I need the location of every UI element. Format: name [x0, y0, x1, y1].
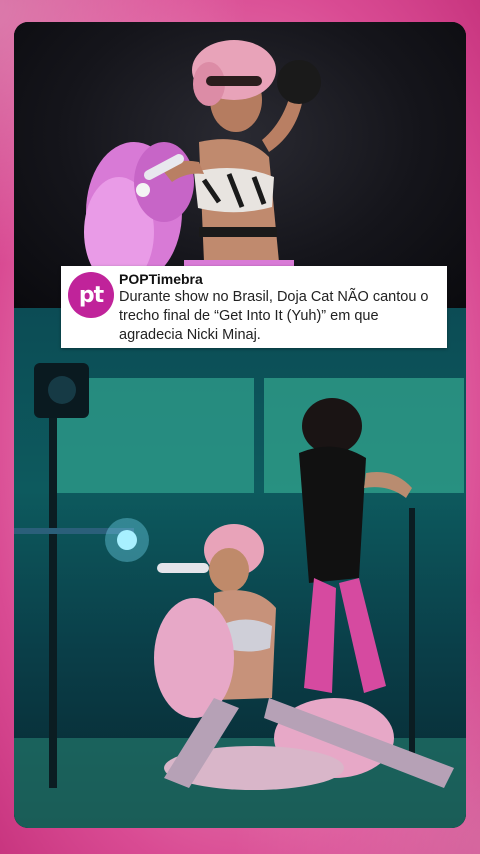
quoted-post-card[interactable]: pt POPTimebra Durante show no Brasil, Do…: [61, 266, 447, 348]
account-avatar[interactable]: pt: [68, 272, 114, 318]
post-text: Durante show no Brasil, Doja Cat NÃO can…: [119, 289, 429, 343]
stage-scene-illustration: [14, 363, 466, 828]
concert-photo-bottom: [14, 308, 466, 828]
account-name[interactable]: POPTimebra: [119, 271, 203, 287]
media-card: pt POPTimebra Durante show no Brasil, Do…: [14, 22, 466, 828]
pink-frame-background: pt POPTimebra Durante show no Brasil, Do…: [0, 0, 480, 854]
